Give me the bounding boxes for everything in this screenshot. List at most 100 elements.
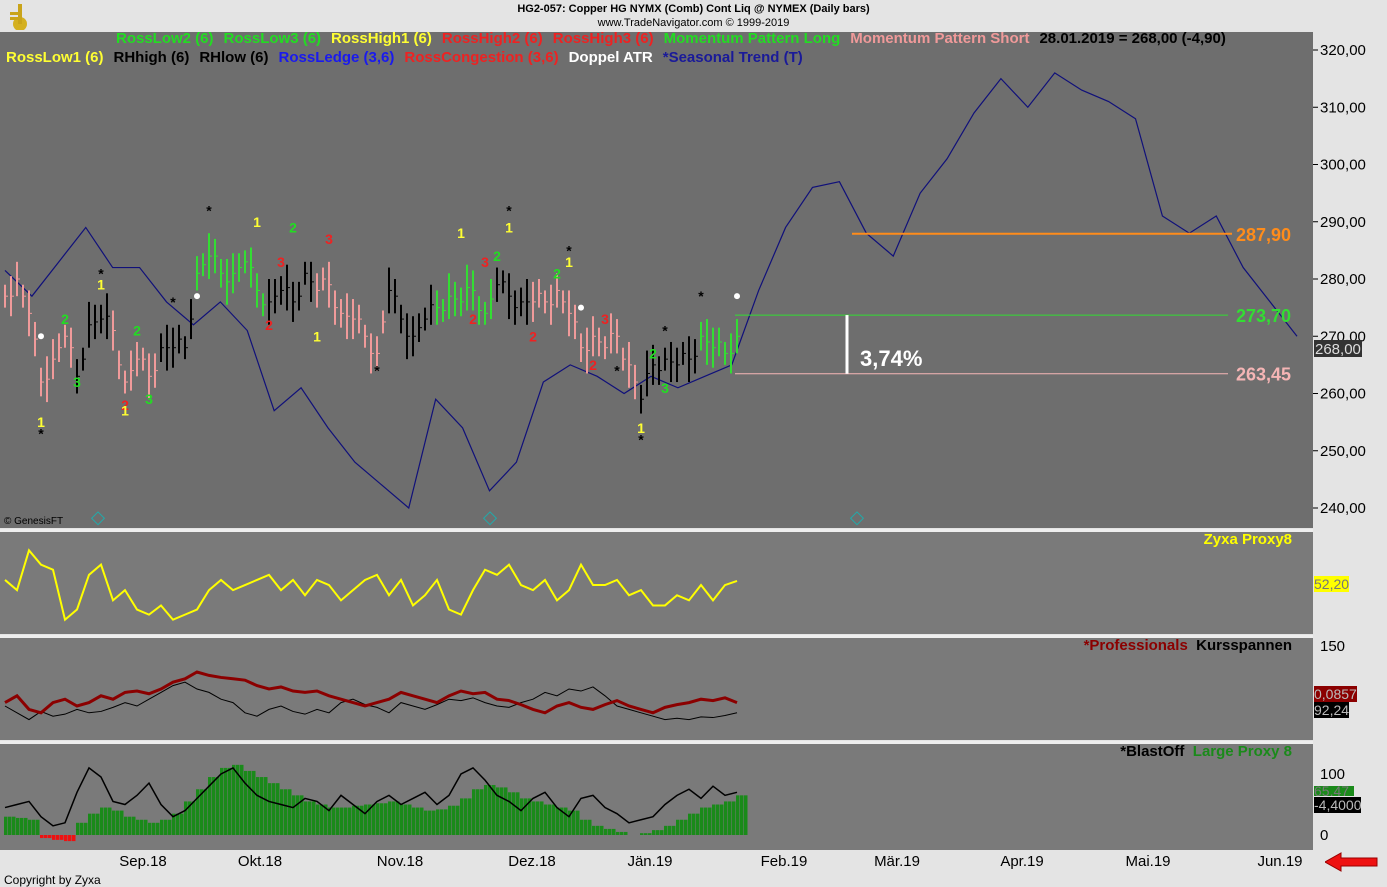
proxy8-bar [484,784,488,835]
proxy8-bar [264,777,268,835]
proxy8-bar [740,795,744,835]
proxy8-bar [572,810,576,835]
proxy8-bar [136,819,140,835]
blast-legend: *BlastOff Large Proxy 8 [1120,743,1292,760]
proxy8-bar [224,767,228,835]
pattern-marker: * [614,363,620,379]
proxy8-bar [140,819,144,835]
scroll-right-arrow-icon[interactable] [1323,852,1379,872]
proxy8-bar [680,819,684,835]
proxy8-bar [596,825,600,835]
zyxa-value-tag: 52,20 [1314,576,1350,592]
price-level-label: 273,70 [1236,306,1291,326]
proxy8-bar [696,813,700,835]
proxy8-bar [736,795,740,835]
proxy8-bar [420,807,424,835]
proxy8-bar [332,807,336,835]
proxy8-bar [608,828,612,835]
proxy8-bar [488,784,492,835]
proxy8-bar [192,801,196,835]
proxy8-bar [84,822,88,835]
proxy8-bar [216,777,220,835]
pattern-marker: 3 [601,311,609,327]
proxy8-bar [304,801,308,835]
proxy8-bar [412,807,416,835]
proxy8-bar [44,835,48,839]
watermark: © GenesisFT [4,516,64,527]
proxy8-bar [168,819,172,835]
proxy8-bar [76,822,80,835]
blast-axis-top: 100 [1320,766,1346,783]
proxy8-bar [120,810,124,835]
proxy8-bar [464,798,468,835]
price-tick-label: 290,00 [1320,214,1366,231]
legend-item: RossCongestion (3,6) [404,49,559,66]
proxy8-bar [728,801,732,835]
proxy8-bar [116,810,120,835]
pro-legend: *Professionals Kursspannen [1084,637,1292,654]
proxy8-bar [68,835,72,842]
legend-item: RossHigh1 (6) [331,30,432,47]
x-tick-label: Feb.19 [761,853,808,870]
pattern-marker: 2 [289,219,297,235]
pattern-marker: 3 [661,380,669,396]
proxy8-bar [88,813,92,835]
proxy8-bar [540,801,544,835]
pattern-marker: * [206,202,212,218]
chart-title: HG2-057: Copper HG NYMX (Comb) Cont Liq … [517,3,870,15]
proxy8-bar [584,819,588,835]
last-price-tag: 268,00 [1315,341,1361,358]
pattern-marker: 2 [61,311,69,327]
proxy8-bar [108,807,112,835]
proxy8-bar [644,833,648,835]
proxy8-bar [20,817,24,835]
proxy8-bar [384,803,388,835]
proxy8-bar [656,830,660,835]
zyxa-panel [0,532,1313,634]
proxy8-bar [280,789,284,835]
pattern-marker: 3 [145,391,153,407]
blast-axis-bottom: 0 [1320,827,1329,844]
proxy8-bar [452,805,456,835]
proxy8-bar [52,835,56,840]
proxy8-bar [240,764,244,835]
proxy8-bar [72,835,76,842]
proxy8-value-tag: 65,47 [1314,786,1354,796]
pattern-marker: * [98,265,104,281]
proxy8-bar [648,833,652,835]
x-tick-label: Mai.19 [1125,853,1170,870]
proxy8-bar [308,801,312,835]
proxy8-bar [148,822,152,835]
pattern-marker: 2 [133,323,141,339]
proxy8-bar [32,819,36,835]
pattern-marker: 2 [493,248,501,264]
x-tick-label: Jän.19 [627,853,672,870]
proxy8-bar [712,804,716,835]
proxy8-bar [640,833,644,835]
proxy8-bar [348,807,352,835]
x-tick-label: Sep.18 [119,853,167,870]
pattern-marker: 1 [313,328,321,344]
legend-item: RossHigh2 (6) [441,30,543,47]
proxy8-bar [616,831,620,835]
proxy8-bar [612,828,616,835]
x-tick-label: Jun.19 [1257,853,1302,870]
proxy8-bar [56,835,60,840]
proxy8-title: Large Proxy 8 [1192,743,1292,760]
proxy8-bar [40,835,44,839]
proxy8-bar [532,801,536,835]
proxy8-bar [100,807,104,835]
legend-item: RossLedge (3,6) [278,49,395,66]
pattern-marker: * [506,202,512,218]
proxy8-bar [356,805,360,835]
proxy8-bar [312,801,316,835]
professionals-value-tag: 0,0857 [1314,686,1357,702]
proxy8-bar [64,835,68,842]
proxy8-bar [444,809,448,835]
proxy8-bar [372,804,376,835]
pattern-marker: 1 [253,214,261,230]
proxy8-bar [232,764,236,835]
proxy8-bar [744,795,748,835]
proxy8-bar [392,801,396,835]
pattern-marker: 2 [529,328,537,344]
